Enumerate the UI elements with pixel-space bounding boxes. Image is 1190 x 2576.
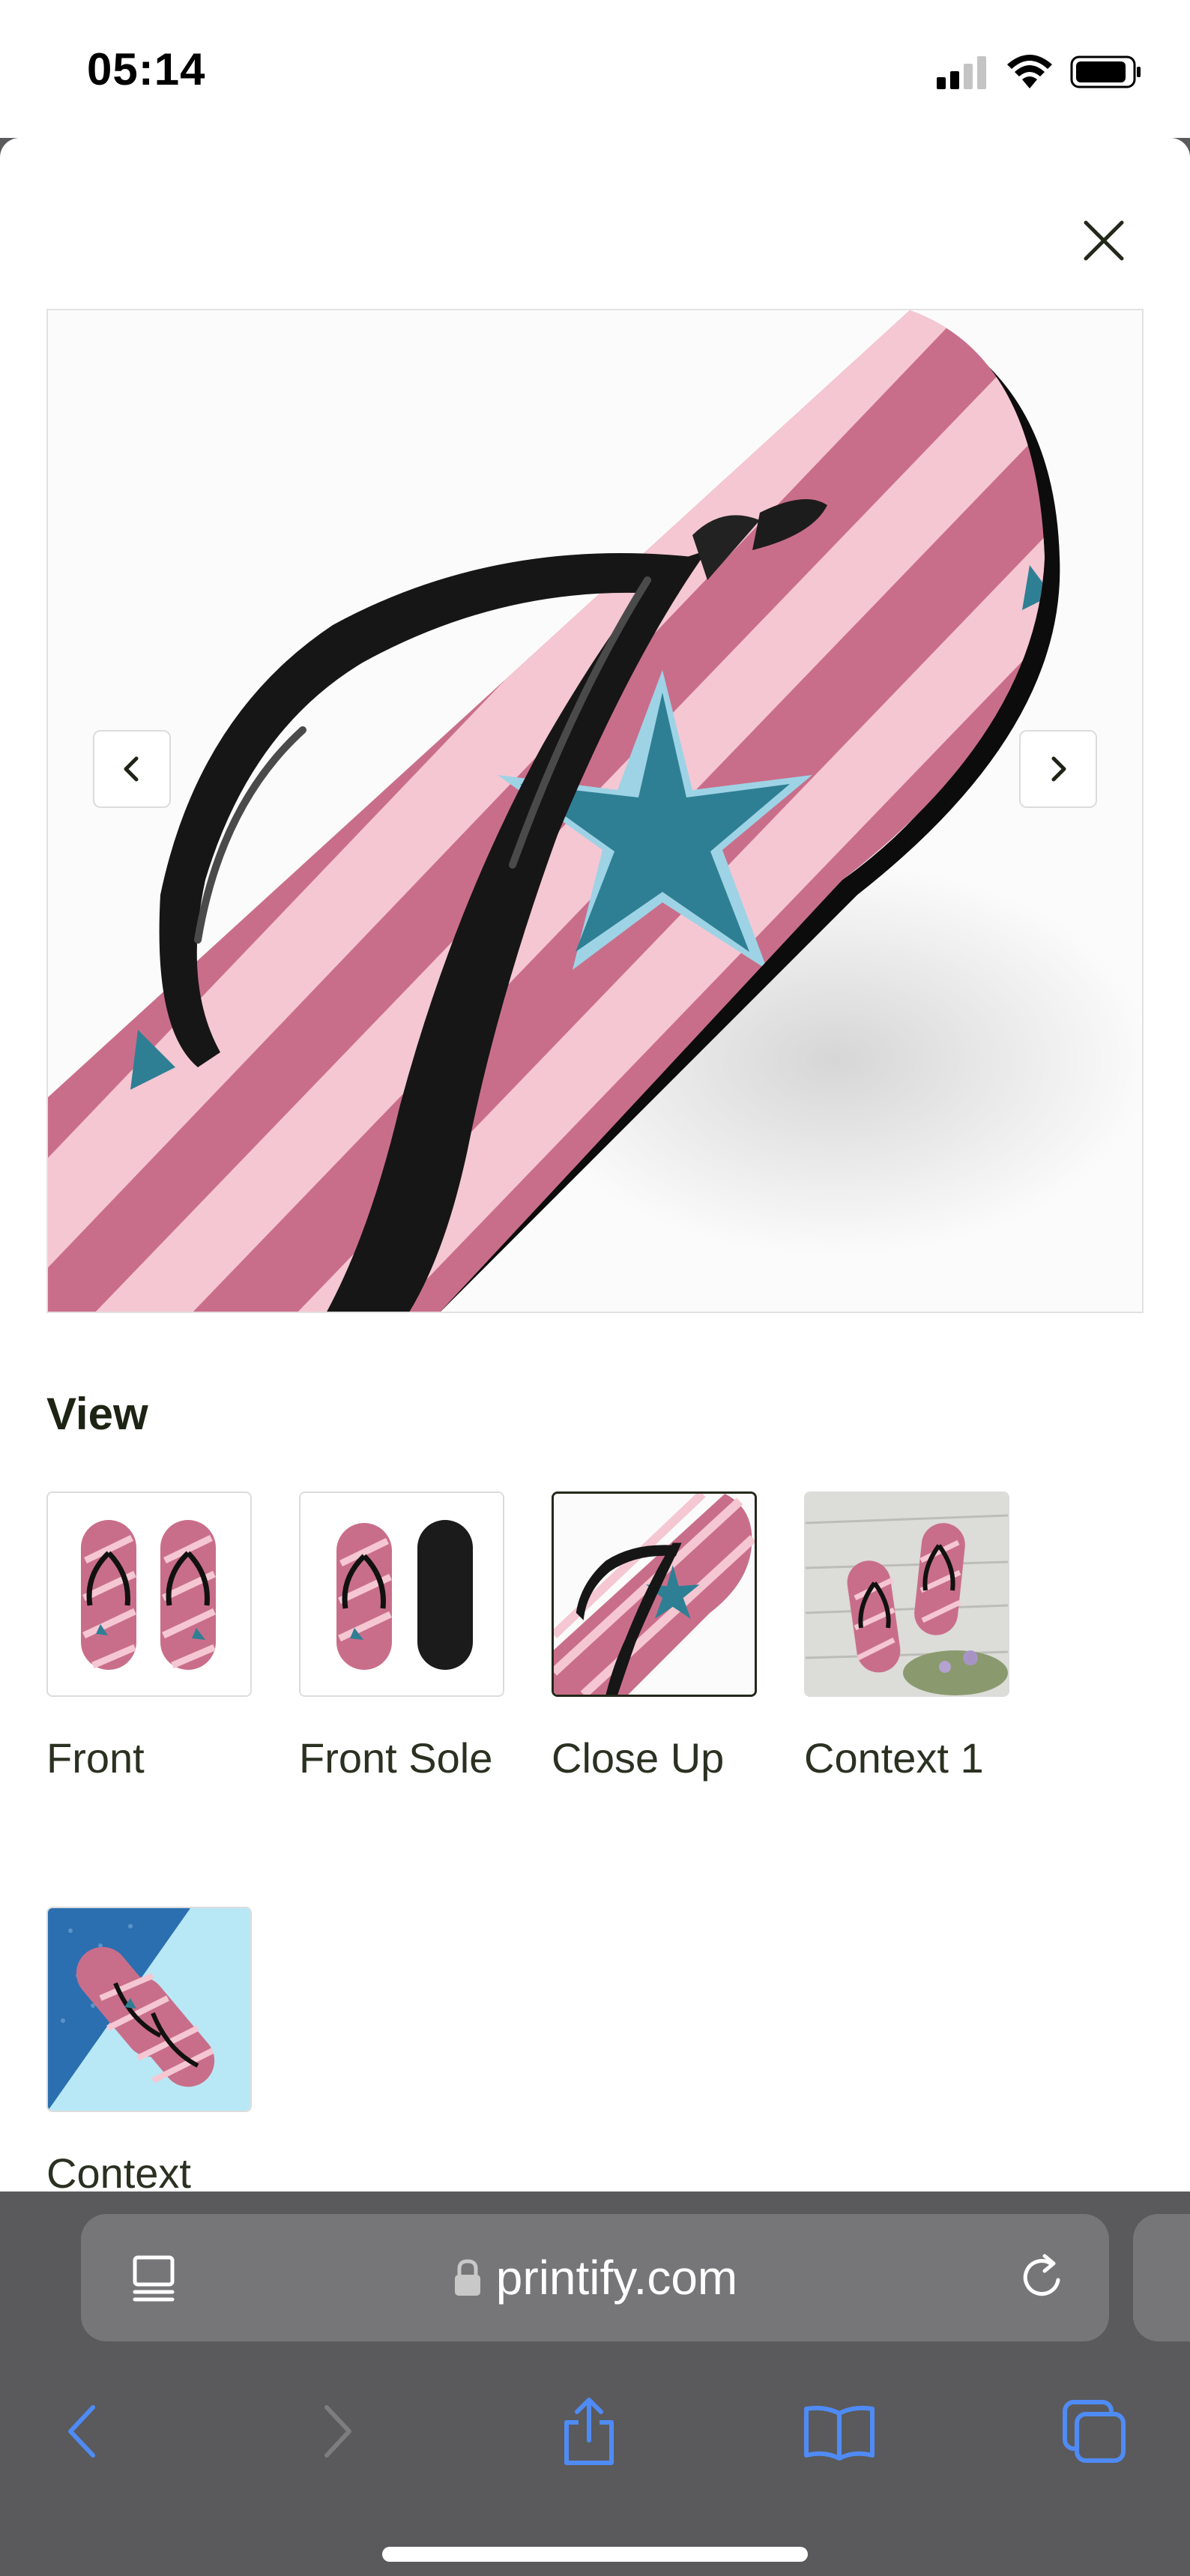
home-indicator xyxy=(382,2547,808,2562)
context-view-image xyxy=(48,1908,250,2111)
thumbnail-close-up[interactable]: Close Up xyxy=(552,1491,757,1793)
wifi-icon xyxy=(1007,55,1052,88)
flip-flop-closeup-image xyxy=(48,310,1142,1312)
browser-chrome: printify.com xyxy=(0,2192,1190,2576)
lock-icon xyxy=(454,2259,480,2296)
thumbnail-front-image[interactable] xyxy=(46,1491,252,1697)
previous-image-button[interactable] xyxy=(93,730,171,808)
forward-button[interactable] xyxy=(292,2386,382,2476)
signal-icon xyxy=(937,56,986,89)
back-icon xyxy=(68,2405,95,2458)
share-button[interactable] xyxy=(544,2386,634,2476)
bookmarks-button[interactable] xyxy=(794,2386,884,2476)
front-sole-view-image xyxy=(300,1493,503,1695)
tabs-button[interactable] xyxy=(1049,2386,1139,2476)
close-up-view-image xyxy=(554,1494,755,1695)
address-bar[interactable]: printify.com xyxy=(81,2214,1109,2341)
front-view-image xyxy=(48,1493,250,1695)
tabs-icon xyxy=(1063,2400,1126,2463)
status-bar: 05:14 xyxy=(0,0,1190,138)
status-icons xyxy=(937,49,1142,94)
product-images-sheet: View Front Front Sole Close Up Context 1… xyxy=(0,138,1190,2192)
thumbnail-front[interactable]: Front xyxy=(46,1491,252,1793)
thumbnail-front-label: Front xyxy=(46,1734,145,1782)
thumbnail-context-image[interactable] xyxy=(46,1907,252,2112)
url-display[interactable]: printify.com xyxy=(81,2214,1109,2341)
thumbnail-context-1-image[interactable] xyxy=(804,1491,1009,1697)
close-button[interactable] xyxy=(1063,199,1145,282)
url-text: printify.com xyxy=(495,2251,738,2305)
main-product-image xyxy=(46,309,1144,1313)
browser-toolbar xyxy=(0,2386,1190,2484)
bookmarks-icon xyxy=(804,2405,875,2461)
chevron-left-icon xyxy=(124,756,139,782)
thumbnail-context-label: Context xyxy=(46,2150,191,2192)
share-icon xyxy=(564,2398,614,2465)
next-tab-peek[interactable] xyxy=(1133,2214,1190,2341)
thumbnail-context-1-label: Context 1 xyxy=(804,1734,984,1782)
battery-icon xyxy=(1070,55,1141,88)
thumbnail-close-up-label: Close Up xyxy=(552,1734,725,1782)
thumbnail-front-sole-image[interactable] xyxy=(299,1491,504,1697)
context-1-view-image xyxy=(806,1493,1008,1695)
status-time: 05:14 xyxy=(87,44,206,94)
thumbnail-context[interactable]: Context xyxy=(46,1907,252,2192)
next-image-button[interactable] xyxy=(1019,730,1097,808)
thumbnail-close-up-image[interactable] xyxy=(552,1491,757,1697)
chevron-right-icon xyxy=(1051,756,1066,782)
thumbnail-front-sole-label: Front Sole xyxy=(299,1734,493,1782)
close-icon xyxy=(1084,220,1124,261)
thumbnail-front-sole[interactable]: Front Sole xyxy=(299,1491,504,1793)
view-heading: View xyxy=(46,1389,148,1439)
forward-icon xyxy=(324,2405,351,2458)
reload-icon[interactable] xyxy=(1015,2250,1070,2305)
back-button[interactable] xyxy=(37,2386,127,2476)
thumbnail-context-1[interactable]: Context 1 xyxy=(804,1491,1009,1793)
